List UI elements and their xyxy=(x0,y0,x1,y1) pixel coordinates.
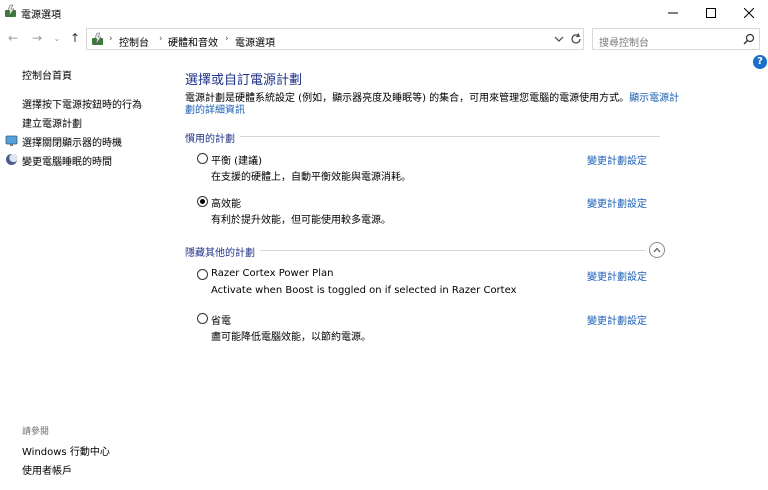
page-description: 電源計劃是硬體系統設定 (例如，顯示器亮度及睡眠等) 的集合，可用來管理您電腦的… xyxy=(185,93,680,117)
see-also-heading: 請參閱 xyxy=(22,427,50,437)
plan-name-power-saver[interactable]: 省電 xyxy=(211,312,231,327)
sidebar-item-create-plan[interactable]: 建立電源計劃 xyxy=(22,115,82,130)
power-options-icon xyxy=(92,32,103,45)
plan-radio-power-saver[interactable] xyxy=(197,313,208,324)
close-icon xyxy=(744,8,754,18)
refresh-icon[interactable] xyxy=(569,32,583,46)
minimize-button[interactable] xyxy=(654,0,692,26)
chevron-up-icon xyxy=(653,247,661,253)
chevron-right-icon[interactable]: › xyxy=(109,34,113,44)
hidden-plans-header: 隱藏其他的計劃 xyxy=(185,248,255,259)
collapse-button[interactable] xyxy=(649,242,665,258)
breadcrumb-hardware-sound[interactable]: 硬體和音效 xyxy=(168,34,218,49)
divider xyxy=(240,136,660,137)
minimize-icon xyxy=(668,12,678,14)
close-button[interactable] xyxy=(730,0,768,26)
search-box[interactable]: 搜尋控制台 xyxy=(592,28,760,50)
help-icon[interactable]: ? xyxy=(753,55,767,69)
breadcrumb-control-panel[interactable]: 控制台 xyxy=(119,34,149,49)
sidebar-item-sleep-time[interactable]: 變更電腦睡眠的時間 xyxy=(22,153,112,168)
change-plan-settings-link[interactable]: 變更計劃設定 xyxy=(587,152,647,167)
plan-desc-razer-cortex: Activate when Boost is toggled on if sel… xyxy=(211,285,517,296)
search-icon[interactable] xyxy=(743,33,755,45)
power-options-icon xyxy=(5,4,16,17)
plan-desc-balanced: 在支援的硬體上，自動平衡效能與電源消耗。 xyxy=(211,172,411,183)
chevron-right-icon[interactable]: › xyxy=(159,34,163,44)
plan-name-balanced[interactable]: 平衡 (建議) xyxy=(211,152,262,167)
chevron-right-icon[interactable]: › xyxy=(225,34,229,44)
monitor-icon xyxy=(5,135,18,146)
address-bar[interactable]: › 控制台 › 硬體和音效 › 電源選項 xyxy=(86,28,584,50)
plan-radio-razer-cortex[interactable] xyxy=(197,269,208,280)
description-text: 電源計劃是硬體系統設定 (例如，顯示器亮度及睡眠等) 的集合，可用來管理您電腦的… xyxy=(185,93,630,104)
title-bar: 電源選項 xyxy=(0,0,768,26)
maximize-icon xyxy=(706,8,716,18)
plan-name-high-performance[interactable]: 高效能 xyxy=(211,195,241,210)
breadcrumb-power-options[interactable]: 電源選項 xyxy=(235,34,275,49)
preferred-plans-header: 慣用的計劃 xyxy=(185,134,235,145)
plan-radio-high-performance[interactable] xyxy=(197,196,208,207)
plan-radio-balanced[interactable] xyxy=(197,153,208,164)
navigation-bar: ← → ⌄ ↑ › 控制台 › 硬體和音效 › 電源選項 搜尋控制台 xyxy=(0,26,768,52)
recent-locations-icon[interactable]: ⌄ xyxy=(50,31,64,45)
plan-desc-high-performance: 有利於提升效能，但可能使用較多電源。 xyxy=(211,215,391,226)
plan-desc-power-saver: 盡可能降低電腦效能，以節約電源。 xyxy=(211,332,371,343)
maximize-button[interactable] xyxy=(692,0,730,26)
up-arrow-icon[interactable]: ↑ xyxy=(68,31,82,45)
back-arrow-icon[interactable]: ← xyxy=(6,31,20,45)
see-also-user-accounts[interactable]: 使用者帳戶 xyxy=(22,462,72,477)
change-plan-settings-link[interactable]: 變更計劃設定 xyxy=(587,312,647,327)
change-plan-settings-link[interactable]: 變更計劃設定 xyxy=(587,195,647,210)
window-title: 電源選項 xyxy=(21,10,61,21)
forward-arrow-icon[interactable]: → xyxy=(30,31,44,45)
plan-name-razer-cortex[interactable]: Razer Cortex Power Plan xyxy=(211,268,333,279)
search-input[interactable]: 搜尋控制台 xyxy=(599,34,649,49)
divider xyxy=(260,250,645,251)
moon-icon xyxy=(6,153,18,165)
sidebar-control-panel-home[interactable]: 控制台首頁 xyxy=(22,67,72,82)
page-title: 選擇或自訂電源計劃 xyxy=(185,73,303,88)
sidebar-item-display-off[interactable]: 選擇關閉顯示器的時機 xyxy=(22,134,122,149)
sidebar-item-power-button[interactable]: 選擇按下電源按鈕時的行為 xyxy=(22,96,142,111)
chevron-down-icon[interactable] xyxy=(553,33,565,45)
change-plan-settings-link[interactable]: 變更計劃設定 xyxy=(587,268,647,283)
see-also-action-center[interactable]: Windows 行動中心 xyxy=(22,443,110,458)
